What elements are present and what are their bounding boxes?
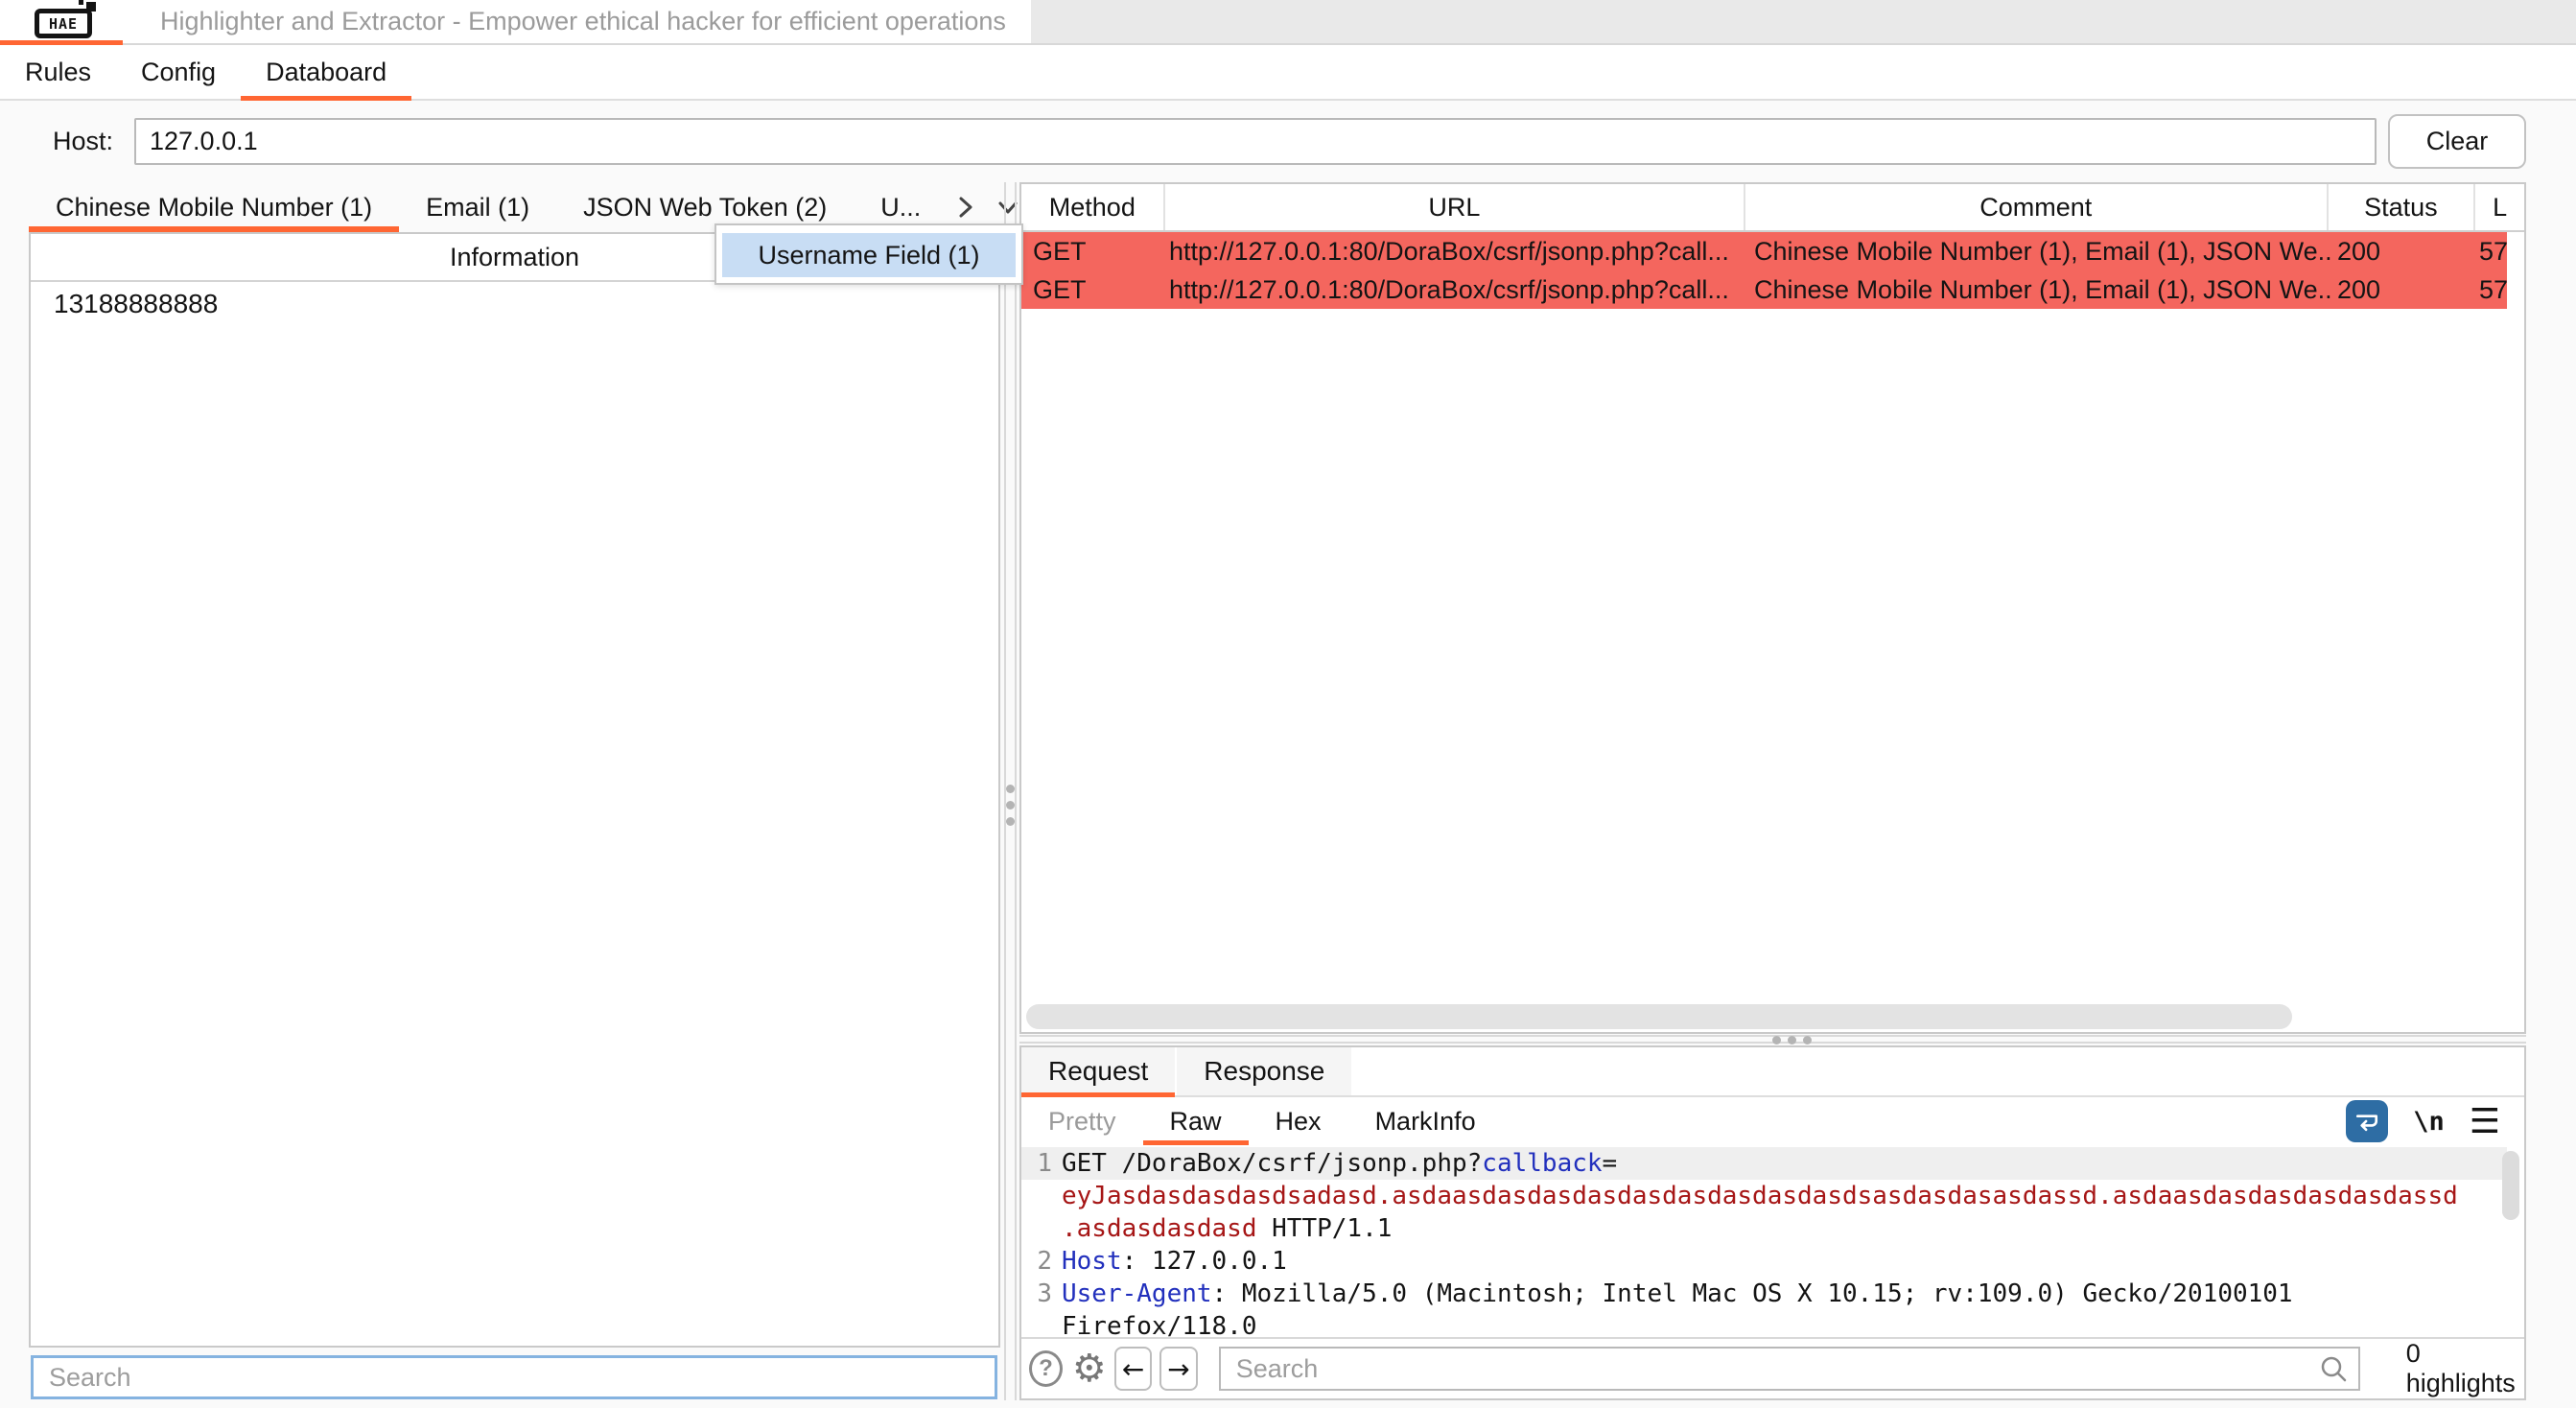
code-line: Firefox/118.0 bbox=[1021, 1310, 2524, 1337]
vertical-splitter[interactable] bbox=[1015, 182, 1017, 1400]
information-search-input[interactable] bbox=[31, 1355, 997, 1399]
dropdown-item-username-field-1[interactable]: Username Field (1) bbox=[722, 233, 1016, 277]
highlights-count: 0 highlights bbox=[2406, 1339, 2524, 1398]
chevron-right-icon[interactable] bbox=[948, 189, 984, 225]
line-content: .asdasdasdasd HTTP/1.1 bbox=[1052, 1212, 1392, 1245]
newline-toggle-icon[interactable]: \n bbox=[2413, 1107, 2445, 1137]
mode-tab-pretty[interactable]: Pretty bbox=[1021, 1097, 1143, 1145]
nav-tab-rules[interactable]: Rules bbox=[0, 45, 116, 99]
code-line: 2Host: 127.0.0.1 bbox=[1021, 1245, 2524, 1278]
column-header-url[interactable]: URL bbox=[1165, 184, 1745, 230]
editor-menu-icon[interactable]: ☰ bbox=[2470, 1104, 2500, 1138]
request-log-table: MethodURLCommentStatusL GEThttp://127.0.… bbox=[1019, 182, 2526, 1034]
viewer-tab-response[interactable]: Response bbox=[1177, 1047, 1351, 1095]
hae-logo-pixel-icon bbox=[86, 2, 96, 12]
line-content: Firefox/118.0 bbox=[1052, 1310, 1257, 1337]
editor-toolbar: \n ☰ bbox=[2346, 1097, 2500, 1145]
hae-logo-icon: HAE bbox=[35, 9, 92, 38]
mode-tab-hex[interactable]: Hex bbox=[1249, 1097, 1348, 1145]
column-header-comment[interactable]: Comment bbox=[1745, 184, 2328, 230]
line-number: 3 bbox=[1021, 1278, 1052, 1310]
line-content: GET /DoraBox/csrf/jsonp.php?callback= bbox=[1052, 1147, 1617, 1180]
line-content: Host: 127.0.0.1 bbox=[1052, 1245, 1287, 1278]
line-number: 2 bbox=[1021, 1245, 1052, 1278]
editor-search-input[interactable] bbox=[1219, 1347, 2360, 1391]
line-content: User-Agent: Mozilla/5.0 (Macintosh; Inte… bbox=[1052, 1278, 2293, 1310]
message-viewer: RequestResponse PrettyRawHexMarkInfo \n … bbox=[1019, 1045, 2526, 1400]
data-tab-chinese-mobile-number-1[interactable]: Chinese Mobile Number (1) bbox=[29, 182, 399, 232]
extension-tab[interactable]: HAE bbox=[0, 0, 123, 45]
splitter-grip-icon[interactable] bbox=[1772, 1036, 1812, 1044]
viewer-tabs: RequestResponse bbox=[1021, 1047, 2524, 1097]
information-table: Information 13188888888 bbox=[29, 232, 1000, 1348]
code-line: eyJasdasdasdasdsadasd.asdaasdasdasdasdas… bbox=[1021, 1180, 2524, 1212]
overflow-tab-dropdown: Username Field (1) bbox=[714, 223, 1023, 285]
extension-title: Highlighter and Extractor - Empower ethi… bbox=[160, 0, 1006, 43]
top-tab-strip: HAE Highlighter and Extractor - Empower … bbox=[0, 0, 2576, 45]
raw-request-editor[interactable]: 1GET /DoraBox/csrf/jsonp.php?callback=ey… bbox=[1021, 1145, 2524, 1337]
code-line: 3User-Agent: Mozilla/5.0 (Macintosh; Int… bbox=[1021, 1278, 2524, 1310]
code-line: .asdasdasdasd HTTP/1.1 bbox=[1021, 1212, 2524, 1245]
mode-tab-raw[interactable]: Raw bbox=[1143, 1097, 1249, 1145]
horizontal-scrollbar[interactable] bbox=[1026, 1004, 2292, 1029]
host-label: Host: bbox=[53, 101, 113, 182]
gear-icon[interactable]: ⚙ bbox=[1072, 1349, 1107, 1388]
line-number bbox=[1021, 1180, 1052, 1212]
clear-button[interactable]: Clear bbox=[2388, 114, 2526, 169]
request-row[interactable]: GEThttp://127.0.0.1:80/DoraBox/csrf/json… bbox=[1021, 232, 2507, 270]
line-content: eyJasdasdasdasdsadasd.asdaasdasdasdasdas… bbox=[1052, 1180, 2458, 1212]
host-input[interactable] bbox=[134, 118, 2377, 165]
data-tab-email-1[interactable]: Email (1) bbox=[399, 182, 556, 232]
line-number bbox=[1021, 1212, 1052, 1245]
vertical-scrollbar[interactable] bbox=[2502, 1151, 2519, 1220]
column-header-method[interactable]: Method bbox=[1021, 184, 1165, 230]
hae-logo-pixel-icon bbox=[79, 0, 83, 5]
splitter-grip-icon[interactable] bbox=[1006, 785, 1015, 826]
nav-tab-databoard[interactable]: Databoard bbox=[241, 45, 411, 99]
mode-tab-markinfo[interactable]: MarkInfo bbox=[1348, 1097, 1503, 1145]
code-line: 1GET /DoraBox/csrf/jsonp.php?callback= bbox=[1021, 1147, 2507, 1180]
nav-tabs: RulesConfigDataboard bbox=[0, 45, 2576, 101]
information-row[interactable]: 13188888888 bbox=[31, 282, 998, 326]
prev-match-button[interactable]: ← bbox=[1114, 1347, 1152, 1391]
next-match-button[interactable]: → bbox=[1159, 1347, 1197, 1391]
column-header-l[interactable]: L bbox=[2475, 184, 2524, 230]
line-number bbox=[1021, 1310, 1052, 1337]
column-header-status[interactable]: Status bbox=[2329, 184, 2476, 230]
viewer-mode-tabs: PrettyRawHexMarkInfo \n ☰ bbox=[1021, 1097, 2524, 1145]
app-window: HAE Highlighter and Extractor - Empower … bbox=[0, 0, 2576, 1408]
viewer-footer: ? ⚙ ← → 0 highlights bbox=[1021, 1337, 2524, 1398]
horizontal-splitter[interactable] bbox=[1019, 1034, 2526, 1045]
viewer-tab-request[interactable]: Request bbox=[1021, 1047, 1175, 1095]
word-wrap-icon[interactable] bbox=[2346, 1100, 2388, 1142]
nav-tab-config[interactable]: Config bbox=[116, 45, 241, 99]
request-row[interactable]: GEThttp://127.0.0.1:80/DoraBox/csrf/json… bbox=[1021, 270, 2507, 309]
host-bar: Host: Clear bbox=[0, 101, 2576, 182]
request-table-header: MethodURLCommentStatusL bbox=[1021, 184, 2524, 232]
search-icon bbox=[2318, 1353, 2349, 1384]
topbar-background bbox=[1031, 0, 2576, 43]
help-icon[interactable]: ? bbox=[1029, 1350, 1063, 1387]
line-number: 1 bbox=[1021, 1147, 1052, 1180]
